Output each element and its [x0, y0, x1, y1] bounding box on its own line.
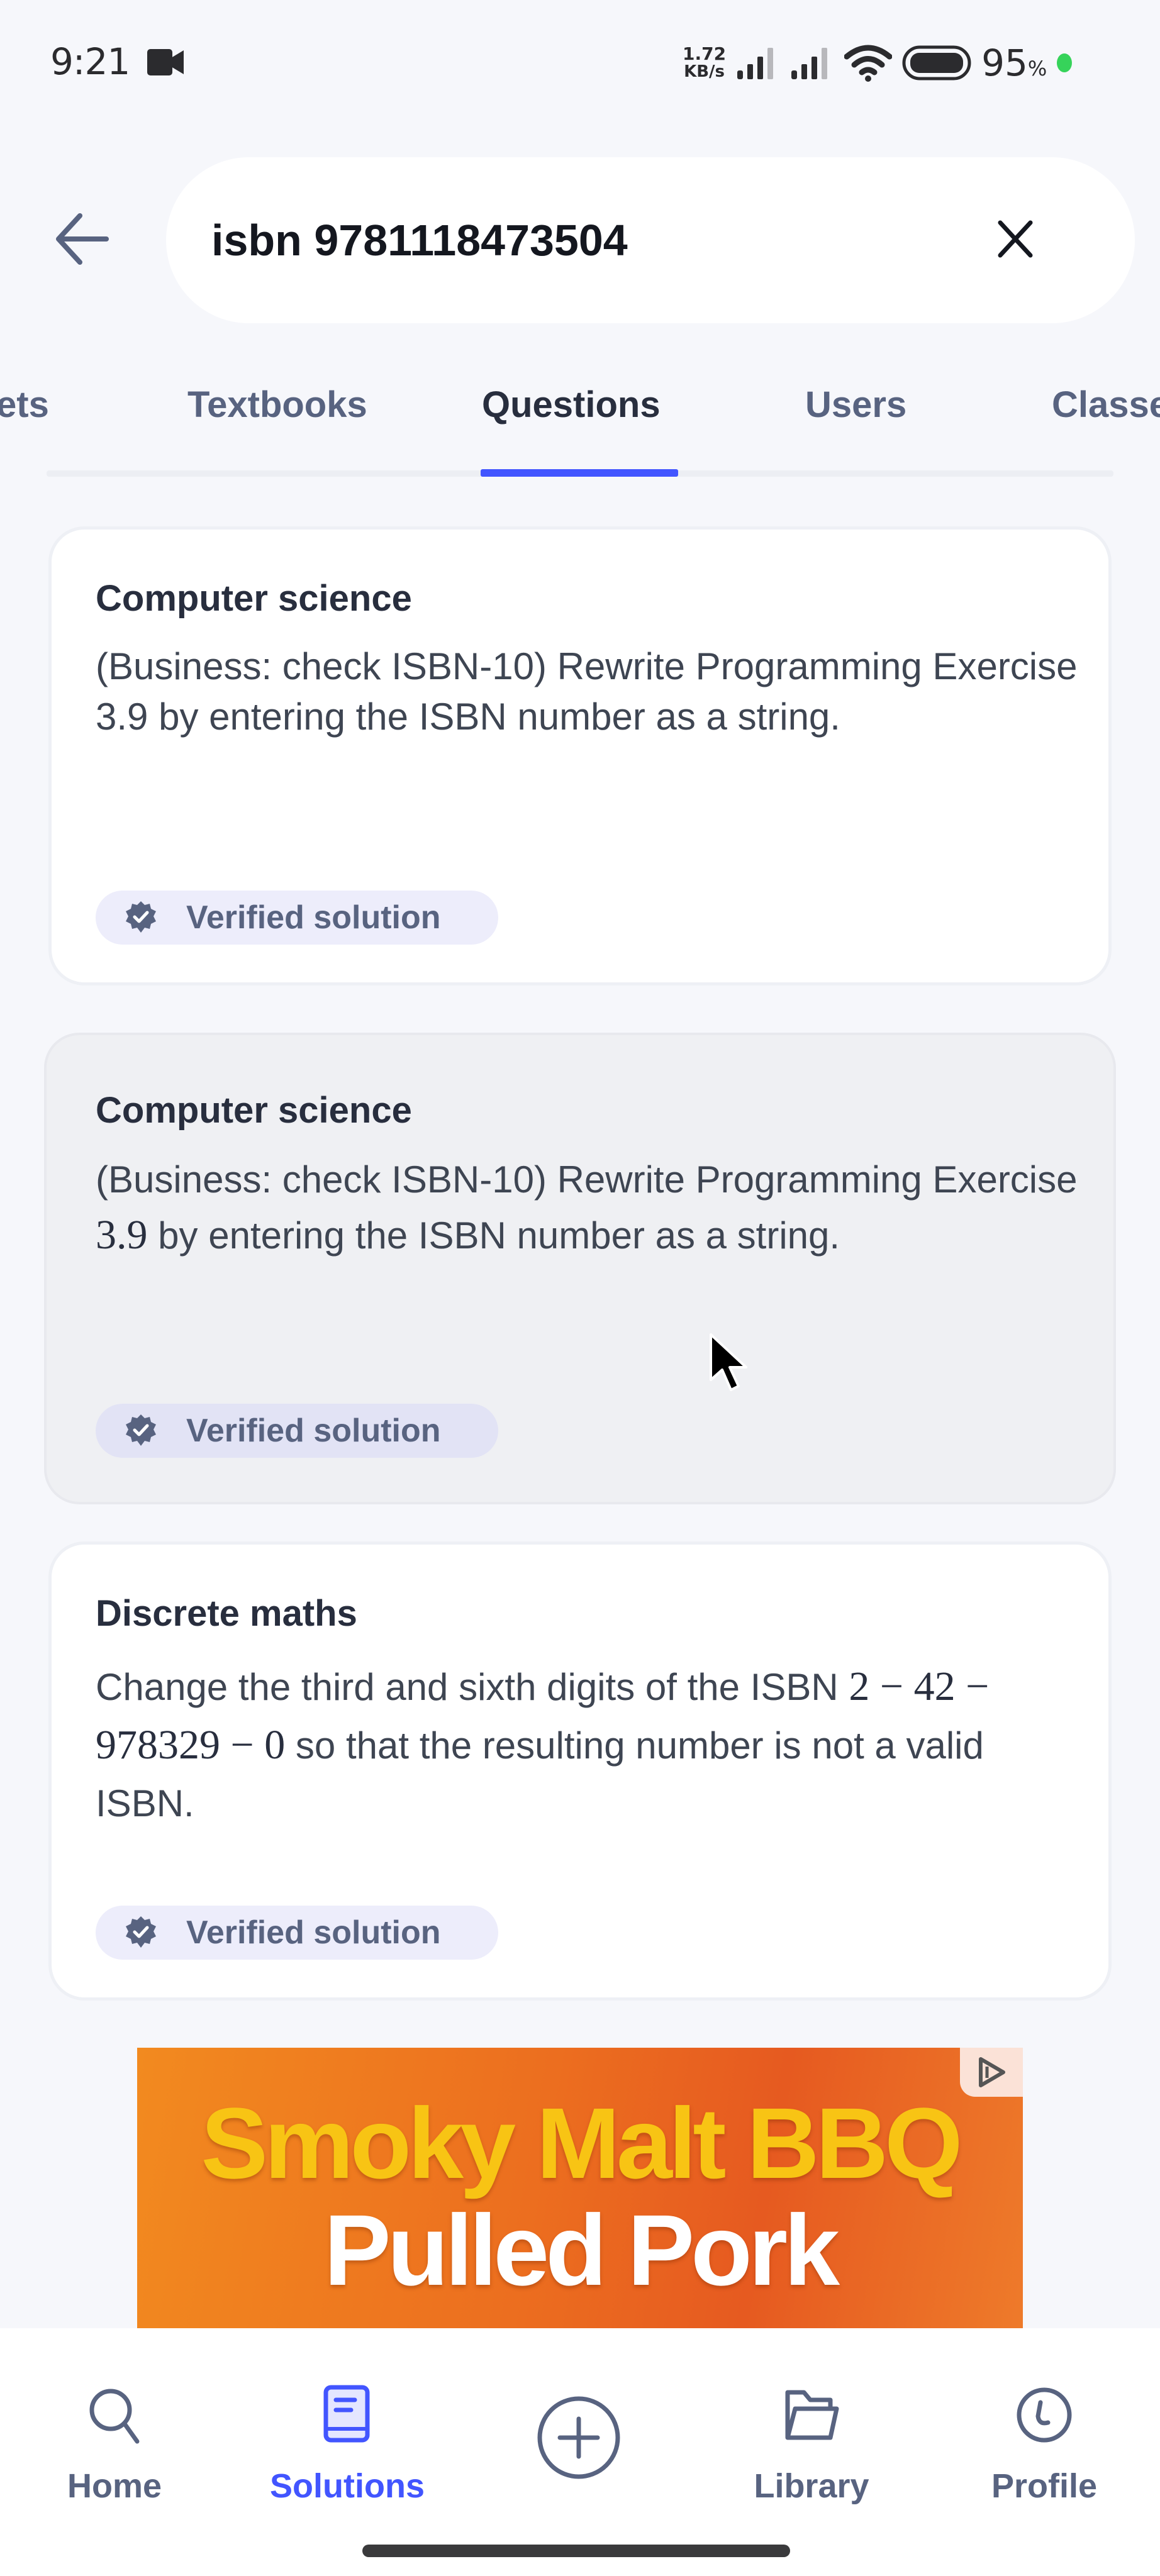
verified-badge-icon	[126, 1414, 156, 1446]
nav-library[interactable]: Library	[717, 2385, 906, 2506]
card-question-text: (Business: check ISBN-10) Rewrite Progra…	[96, 645, 1078, 738]
bottom-navigation: Home Solutions Library Profile	[0, 2328, 1160, 2576]
question-card[interactable]: Computer science (Business: check ISBN-1…	[47, 1035, 1113, 1502]
nav-home[interactable]: Home	[20, 2385, 209, 2506]
active-tab-indicator	[481, 469, 678, 477]
status-icons: 1.72 KB/s 95%	[683, 42, 1073, 84]
signal-icon	[791, 48, 828, 79]
signal-icon	[737, 48, 774, 79]
profile-icon	[1017, 2387, 1072, 2443]
card-question-text: Change the third and sixth digits of the…	[96, 1663, 990, 1824]
verified-badge-icon	[126, 1916, 156, 1948]
card-subject: Computer science	[96, 1090, 412, 1131]
tab-users[interactable]: Users	[805, 384, 906, 426]
close-icon	[998, 220, 1033, 258]
wifi-icon	[844, 45, 893, 82]
card-subject: Discrete maths	[96, 1593, 357, 1634]
ad-headline: Smoky Malt BBQ	[201, 2087, 962, 2199]
card-subject: Computer science	[96, 578, 412, 619]
status-time: 9:21	[50, 40, 130, 83]
tab-flashcard-sets[interactable]: ets	[0, 384, 49, 426]
nav-solutions[interactable]: Solutions	[253, 2385, 442, 2506]
mouse-cursor-icon	[710, 1333, 747, 1391]
battery-percent: 95%	[981, 42, 1047, 84]
folder-icon	[785, 2390, 839, 2440]
search-icon	[89, 2389, 140, 2444]
arrow-left-icon	[56, 213, 109, 265]
question-card[interactable]: Computer science (Business: check ISBN-1…	[52, 530, 1108, 982]
plus-circle-icon[interactable]	[536, 2395, 622, 2480]
back-button[interactable]	[49, 208, 112, 270]
search-tabs: ets Textbooks Questions Users Classe	[0, 371, 1160, 478]
verified-badge-icon	[126, 901, 156, 933]
home-indicator[interactable]	[362, 2545, 790, 2557]
tab-textbooks[interactable]: Textbooks	[187, 384, 367, 426]
clear-search-button[interactable]	[990, 214, 1040, 264]
search-input[interactable]: isbn 9781118473504	[166, 157, 1135, 323]
ad-choices-icon	[979, 2057, 1005, 2087]
search-query[interactable]: isbn 9781118473504	[211, 215, 628, 265]
math-expression: 3.9	[96, 1212, 148, 1258]
nav-profile[interactable]: Profile	[950, 2385, 1139, 2506]
tab-questions[interactable]: Questions	[482, 384, 661, 426]
battery-icon	[902, 45, 971, 80]
charging-dot-icon	[1057, 53, 1073, 72]
status-bar: 9:21 1.72 KB/s 95%	[0, 0, 1160, 126]
book-icon	[323, 2385, 370, 2443]
tab-classes[interactable]: Classe	[1052, 384, 1160, 426]
ad-banner[interactable]: Smoky Malt BBQ Pulled Pork	[137, 2048, 1023, 2328]
verified-solution-badge: Verified solution	[96, 891, 498, 945]
verified-solution-badge: Verified solution	[96, 1906, 498, 1960]
question-card[interactable]: Discrete maths Change the third and sixt…	[52, 1545, 1108, 1997]
network-speed: 1.72 KB/s	[683, 43, 727, 81]
card-question-text: (Business: check ISBN-10) Rewrite Progra…	[96, 1158, 1078, 1258]
ad-choices-button[interactable]	[960, 2048, 1023, 2097]
video-camera-icon	[147, 49, 184, 75]
ad-subheadline: Pulled Pork	[323, 2194, 840, 2306]
verified-solution-badge: Verified solution	[96, 1404, 498, 1458]
